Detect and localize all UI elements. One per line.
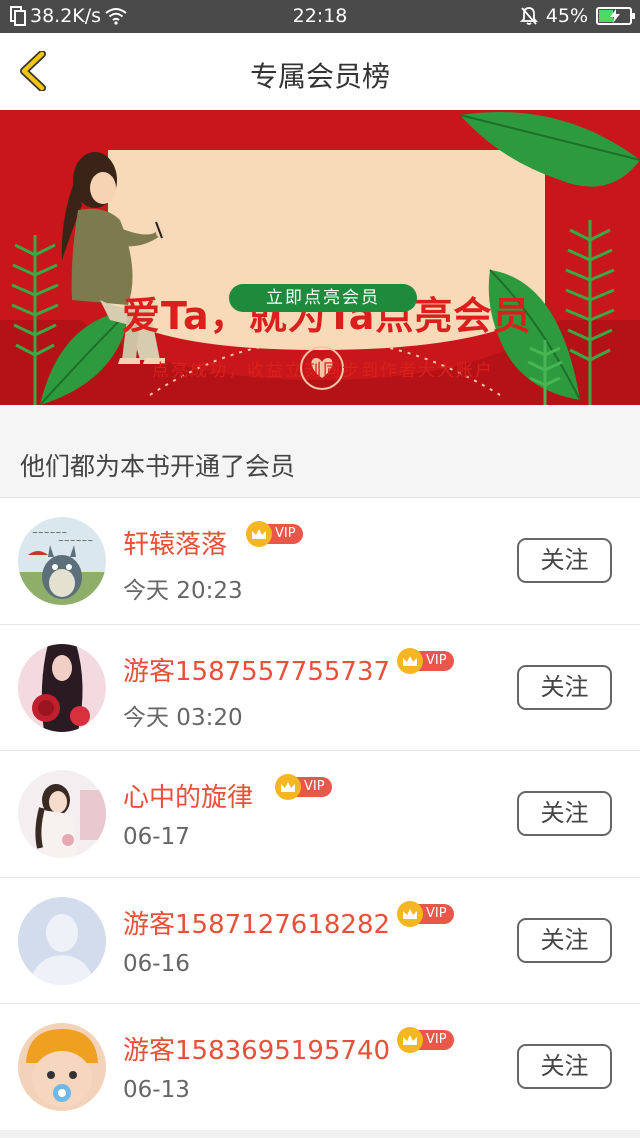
vip-badge: VIP <box>397 647 454 674</box>
follow-button[interactable]: 关注 <box>517 664 612 710</box>
battery-icon <box>596 7 635 25</box>
crown-icon <box>397 647 423 674</box>
avatar[interactable]: ~~~~~~ ~~~~~~ <box>18 517 106 605</box>
battery-percent: 45% <box>545 5 588 27</box>
follow-button[interactable]: 关注 <box>517 791 612 836</box>
page-title: 专属会员榜 <box>249 60 390 93</box>
banner-subtitle: 点亮成功，收益立刻同步到作者大大账户 <box>152 361 494 381</box>
girl-avatar-image <box>18 770 106 858</box>
section-title: 他们都为本书开通了会员 <box>20 452 296 481</box>
member-time: 今天 20:23 <box>123 578 243 604</box>
avatar[interactable] <box>18 1023 106 1111</box>
list-item[interactable]: ~~~~~~ ~~~~~~ 轩辕落落 VIP 今天 20:23 关注 <box>0 497 640 624</box>
member-time: 06-13 <box>123 1077 190 1103</box>
app-header: 专属会员榜 <box>0 33 640 110</box>
list-item[interactable]: 游客1583695195740 VIP 06-13 关注 <box>0 1003 640 1130</box>
crown-icon <box>275 774 301 800</box>
section-header: 他们都为本书开通了会员 <box>0 405 640 497</box>
list-item[interactable]: 游客1587127618282 VIP 06-16 关注 <box>0 876 640 1003</box>
activate-vip-button[interactable]: 立即点亮会员 <box>229 284 417 312</box>
crown-icon <box>397 900 423 927</box>
promo-banner[interactable]: 爱Ta，就为Ta点亮会员 点亮成功，收益立刻同步到作者大大账户 立即点亮会员 <box>0 110 640 405</box>
vip-badge: VIP <box>246 521 303 547</box>
svg-text:~~~~~~: ~~~~~~ <box>32 529 67 537</box>
list-item[interactable]: 心中的旋律 VIP 06-17 关注 <box>0 750 640 877</box>
mute-bell-icon <box>519 7 538 25</box>
status-bar: 38.2K/s 22:18 45% <box>0 0 640 33</box>
member-name[interactable]: 游客1583695195740 <box>123 1030 390 1067</box>
avatar[interactable] <box>18 896 106 985</box>
avatar[interactable] <box>18 643 106 732</box>
svg-text:~~~~~~: ~~~~~~ <box>58 537 93 545</box>
member-name[interactable]: 游客1587557755737 <box>123 651 390 688</box>
baby-avatar-image <box>18 1023 106 1111</box>
totoro-avatar-image: ~~~~~~ ~~~~~~ <box>18 517 106 605</box>
follow-button[interactable]: 关注 <box>517 538 612 583</box>
follow-button[interactable]: 关注 <box>517 917 612 963</box>
vip-badge: VIP <box>397 1027 454 1053</box>
member-name[interactable]: 轩辕落落 <box>123 524 227 561</box>
member-time: 今天 03:20 <box>123 704 243 731</box>
vip-badge: VIP <box>397 900 454 927</box>
rose-avatar-image <box>18 643 106 732</box>
follow-button[interactable]: 关注 <box>517 1044 612 1089</box>
member-time: 06-17 <box>123 824 190 850</box>
status-right: 45% <box>519 5 635 27</box>
vip-badge: VIP <box>275 774 332 800</box>
crown-icon <box>246 521 272 547</box>
default-user-avatar-icon <box>18 896 106 985</box>
member-list: ~~~~~~ ~~~~~~ 轩辕落落 VIP 今天 20:23 关注 游客158 <box>0 497 640 1130</box>
charging-bolt-icon <box>610 9 620 23</box>
member-name[interactable]: 游客1587127618282 <box>123 904 390 941</box>
list-item[interactable]: 游客1587557755737 VIP 今天 03:20 关注 <box>0 623 640 750</box>
crown-icon <box>397 1027 423 1053</box>
member-time: 06-16 <box>123 950 190 977</box>
member-name[interactable]: 心中的旋律 <box>123 777 253 814</box>
avatar[interactable] <box>18 770 106 858</box>
